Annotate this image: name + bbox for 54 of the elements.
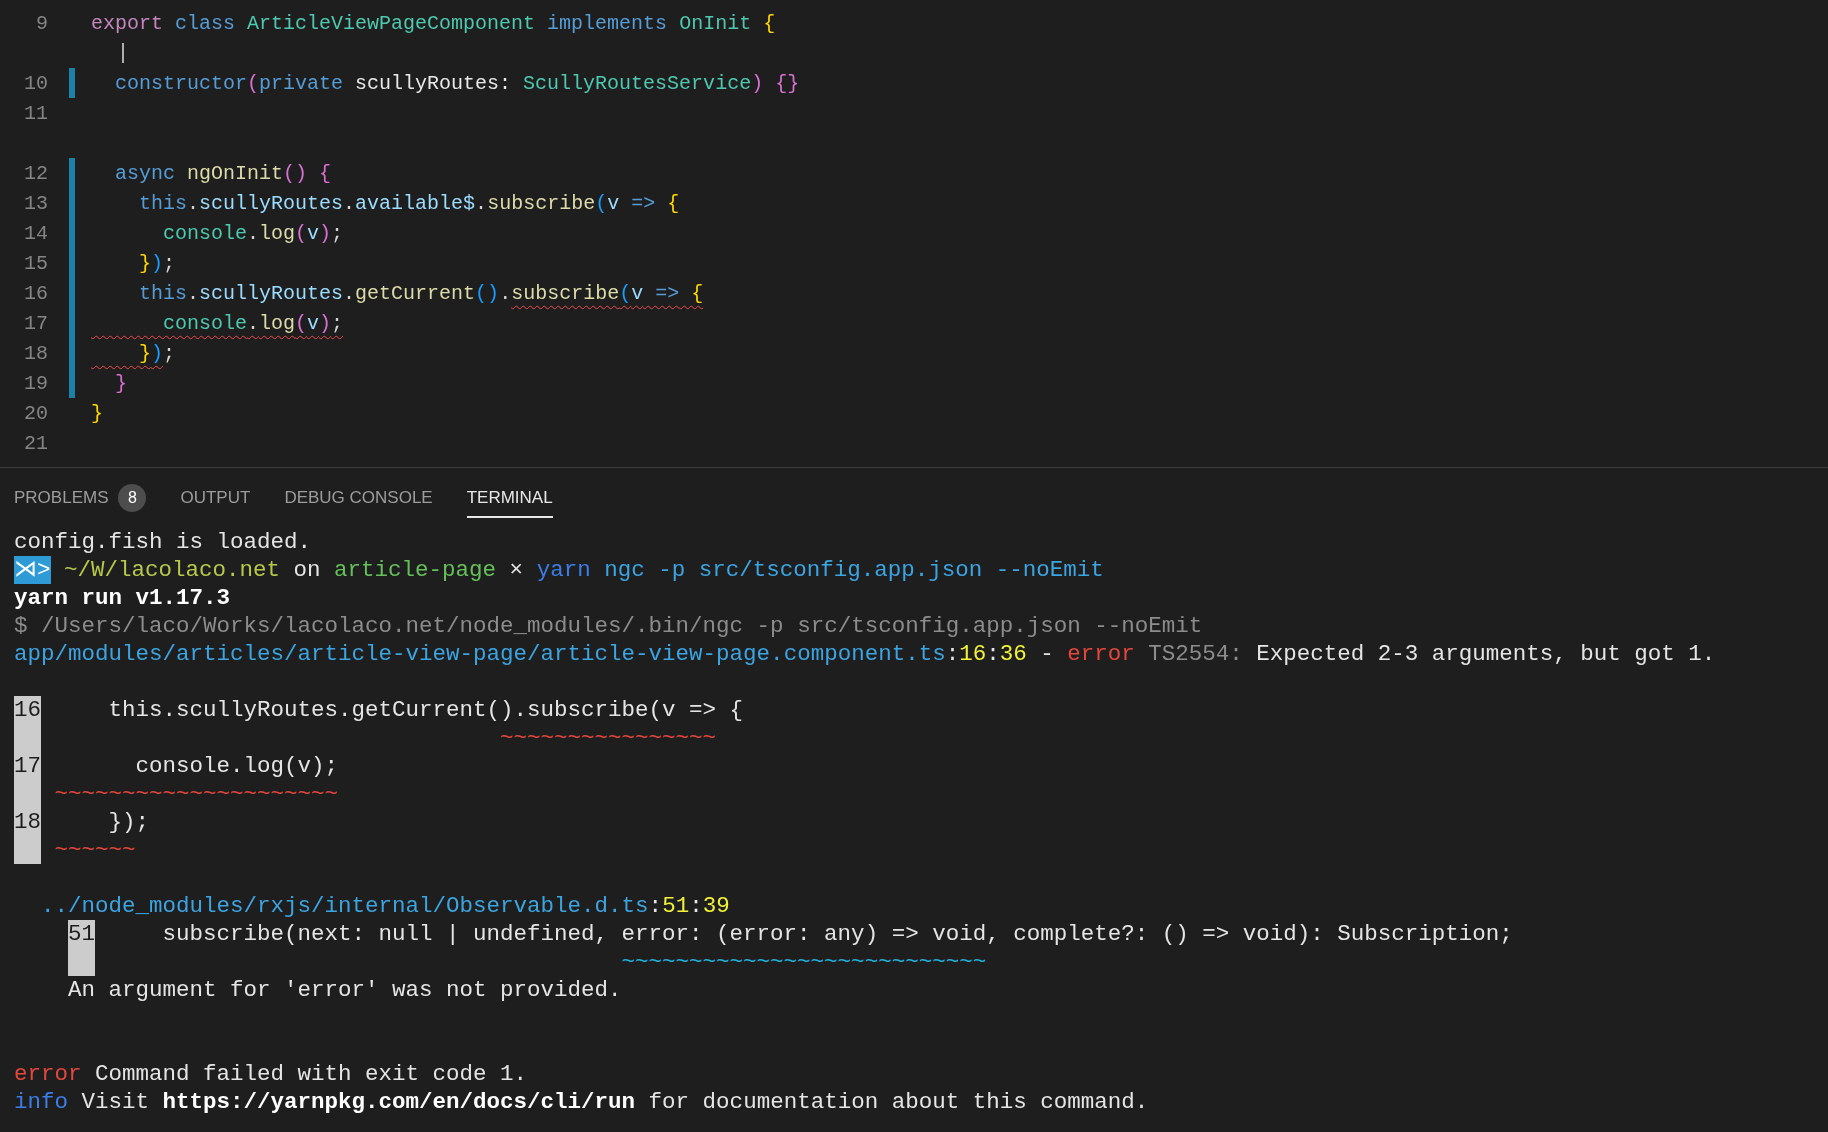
terminal-text: An argument for 'error' was not provided.	[67, 976, 622, 1004]
code-line: });	[138, 251, 176, 275]
line-number: 16	[14, 696, 41, 724]
terminal-text: subscribe(next: null | undefined, error: (error: any) => void, complete?: () => void): Subscription;	[161, 920, 1513, 948]
terminal-text: error Command failed with exit code 1.	[14, 1060, 528, 1088]
line-number: 15	[23, 251, 48, 275]
terminal-text: ~~~~~~	[53, 836, 136, 864]
terminal-text: config.fish is loaded.	[14, 528, 312, 556]
panel-tab[interactable]: PROBLEMS 8	[14, 474, 147, 522]
terminal-text: ~~~~~~~~~~~~~~~~~~~~~	[53, 780, 339, 808]
terminal-text: app/modules/articles/article-view-page/article-view-page.component.ts:16:36 - error TS2554: Expected 2-3 arguments, but got 1.	[14, 640, 1716, 668]
code-line: this.scullyRoutes.getCurrent().subscribe(v => {	[138, 281, 704, 305]
panel-tab[interactable]: DEBUG CONSOLE	[284, 478, 433, 518]
code-line: }	[114, 371, 127, 395]
terminal-text: yarn run v1.17.3	[14, 584, 231, 612]
line-number: 11	[23, 101, 48, 125]
code-line: console.log(v);	[162, 311, 344, 335]
line-number: 51	[68, 920, 95, 948]
code-line: }	[91, 401, 103, 425]
line-number: 20	[23, 401, 48, 425]
terminal-text: info Visit https://yarnpkg.com/en/docs/cli/run for documentation about this command.	[14, 1088, 1149, 1116]
line-number: 9	[35, 11, 48, 35]
gutter-bar	[14, 836, 41, 864]
code-line: constructor(private scullyRoutes: ScullyRoutesService) {}	[114, 71, 800, 95]
text-cursor	[122, 43, 124, 63]
line-number: 10	[23, 71, 48, 95]
terminal-text: this.scullyRoutes.getCurrent().subscribe(v => {	[107, 696, 744, 724]
line-number: 12	[23, 161, 48, 185]
terminal-text: $ /Users/laco/Works/lacolaco.net/node_modules/.bin/ngc -p src/tsconfig.app.json --noEmit	[14, 612, 1203, 640]
gutter-bar	[68, 948, 95, 976]
terminal-text: console.log(v);	[134, 752, 339, 780]
line-number: 18	[14, 808, 41, 836]
line-number: 19	[23, 371, 48, 395]
code-line: });	[138, 341, 176, 365]
terminal-text: ~~~~~~~~~~~~~~~~	[499, 724, 717, 752]
code-line: export class ArticleViewPageComponent implements OnInit {	[91, 11, 776, 35]
line-number: 17	[23, 311, 48, 335]
line-number: 17	[14, 752, 41, 780]
terminal-text: });	[107, 808, 150, 836]
line-number: 14	[23, 221, 48, 245]
line-number: 21	[23, 431, 48, 455]
panel-tab[interactable]: OUTPUT	[180, 478, 251, 518]
code-line: async ngOnInit() {	[114, 161, 332, 185]
line-number: 16	[23, 281, 48, 305]
terminal-text: ~/W/lacolaco.net on article-page × yarn ngc -p src/tsconfig.app.json --noEmit	[63, 556, 1104, 584]
line-number: 18	[23, 341, 48, 365]
code-line: console.log(v);	[162, 221, 344, 245]
prompt-badge: ⋊>	[14, 556, 51, 584]
code-line: this.scullyRoutes.available$.subscribe(v => {	[138, 191, 680, 215]
count-badge: 8	[118, 484, 147, 512]
terminal-text: ../node_modules/rxjs/internal/Observable.d.ts:51:39	[40, 892, 730, 920]
line-number: 13	[23, 191, 48, 215]
panel-tab[interactable]: TERMINAL	[466, 478, 553, 518]
terminal-text: ~~~~~~~~~~~~~~~~~~~~~~~~~~~	[620, 948, 987, 976]
